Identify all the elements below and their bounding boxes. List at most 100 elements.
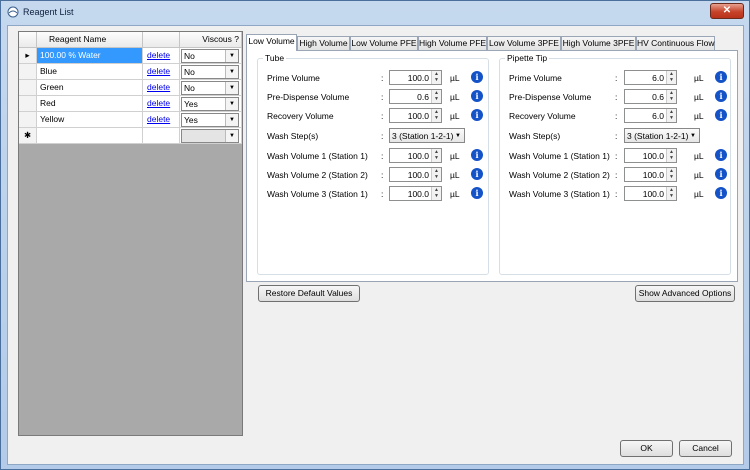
low-volume-tab-panel: Tube Prime Volume : 100.0 ▲ ▼ µL i Pre-Dis… — [246, 50, 738, 302]
spinner-arrows-icon[interactable]: ▲ ▼ — [666, 168, 676, 181]
current-row-indicator[interactable]: ▸ — [19, 48, 37, 64]
spinner-arrows-icon[interactable]: ▲ ▼ — [431, 71, 441, 84]
delete-link[interactable]: delete — [147, 66, 170, 76]
info-icon[interactable]: i — [471, 168, 483, 180]
new-row-icon[interactable]: ✱ — [19, 128, 37, 144]
tab-high-volume-pfe[interactable]: High Volume PFE — [418, 36, 487, 50]
tube-pre-dispense-volume-input[interactable]: 0.6 ▲ ▼ — [389, 89, 442, 104]
tab-hv-continuous-flow[interactable]: HV Continuous Flow — [636, 36, 715, 50]
row-header-cell[interactable] — [19, 80, 37, 96]
viscous-select[interactable]: No ▼ — [181, 49, 239, 63]
column-header-reagent-name[interactable]: Reagent Name — [37, 32, 143, 48]
field-label: Pre-Dispense Volume — [267, 92, 350, 102]
tab-low-volume-pfe[interactable]: Low Volume PFE — [350, 36, 418, 50]
spinner-arrows-icon[interactable]: ▲ ▼ — [431, 90, 441, 103]
title-bar[interactable]: Reagent List ✕ — [1, 1, 749, 25]
show-advanced-options-button[interactable]: Show Advanced Options — [635, 285, 735, 302]
chevron-down-icon[interactable]: ▼ — [225, 98, 238, 110]
info-icon[interactable]: i — [471, 149, 483, 161]
chevron-down-icon[interactable]: ▼ — [690, 130, 696, 142]
column-header-viscous[interactable]: Viscous ? — [180, 32, 242, 48]
tube-recovery-volume-input[interactable]: 100.0 ▲ ▼ — [389, 108, 442, 123]
field-label: Prime Volume — [267, 73, 320, 83]
tube-wash-volume-2-input[interactable]: 100.0 ▲ ▼ — [389, 167, 442, 182]
tube-prime-volume-input[interactable]: 100.0 ▲ ▼ — [389, 70, 442, 85]
pipette-wash-volume-3-input[interactable]: 100.0 ▲ ▼ — [624, 186, 677, 201]
chevron-down-icon[interactable]: ▼ — [225, 82, 238, 94]
info-icon[interactable]: i — [715, 149, 727, 161]
chevron-down-icon[interactable]: ▼ — [225, 66, 238, 78]
reagent-grid[interactable]: Reagent Name Viscous ? ▸ 100.00 % Water … — [18, 31, 243, 436]
tab-low-volume[interactable]: Low Volume — [246, 34, 297, 51]
cancel-button[interactable]: Cancel — [679, 440, 732, 457]
chevron-down-icon[interactable]: ▼ — [225, 114, 238, 126]
pipette-wash-volume-2-input[interactable]: 100.0 ▲ ▼ — [624, 167, 677, 182]
table-row[interactable]: Green delete No ▼ — [19, 80, 242, 96]
restore-default-values-button[interactable]: Restore Default Values — [258, 285, 360, 302]
reagent-name-cell[interactable]: Yellow — [37, 112, 143, 128]
viscous-select[interactable]: No ▼ — [181, 65, 239, 79]
row-header-cell[interactable] — [19, 112, 37, 128]
row-header-corner — [19, 32, 37, 48]
reagent-name-cell[interactable]: Red — [37, 96, 143, 112]
info-icon[interactable]: i — [471, 187, 483, 199]
table-row[interactable]: Blue delete No ▼ — [19, 64, 242, 80]
info-icon[interactable]: i — [715, 71, 727, 83]
spinner-arrows-icon[interactable]: ▲ ▼ — [431, 168, 441, 181]
info-icon[interactable]: i — [715, 187, 727, 199]
tube-wash-volume-3-input[interactable]: 100.0 ▲ ▼ — [389, 186, 442, 201]
tube-wash-steps-select[interactable]: 3 (Station 1-2-1) ▼ — [389, 128, 465, 143]
delete-link[interactable]: delete — [147, 82, 170, 92]
info-icon[interactable]: i — [471, 109, 483, 121]
info-icon[interactable]: i — [715, 90, 727, 102]
spinner-arrows-icon[interactable]: ▲ ▼ — [431, 109, 441, 122]
pipette-wash-volume-1-input[interactable]: 100.0 ▲ ▼ — [624, 148, 677, 163]
delete-link[interactable]: delete — [147, 50, 170, 60]
delete-link[interactable]: delete — [147, 114, 170, 124]
chevron-down-icon[interactable]: ▼ — [225, 130, 238, 142]
spinner-arrows-icon[interactable]: ▲ ▼ — [666, 149, 676, 162]
pipette-prime-volume-input[interactable]: 6.0 ▲ ▼ — [624, 70, 677, 85]
pipette-pre-dispense-volume-input[interactable]: 0.6 ▲ ▼ — [624, 89, 677, 104]
field-label: Prime Volume — [509, 73, 562, 83]
spinner-arrows-icon[interactable]: ▲ ▼ — [431, 149, 441, 162]
reagent-name-cell[interactable]: Green — [37, 80, 143, 96]
info-icon[interactable]: i — [715, 168, 727, 180]
chevron-down-icon[interactable]: ▼ — [225, 50, 238, 62]
reagent-name-cell[interactable]: Blue — [37, 64, 143, 80]
row-header-cell[interactable] — [19, 64, 37, 80]
pipette-wash-steps-select[interactable]: 3 (Station 1-2-1) ▼ — [624, 128, 700, 143]
window-title: Reagent List — [23, 7, 74, 17]
chevron-down-icon[interactable]: ▼ — [455, 130, 461, 142]
row-header-cell[interactable] — [19, 96, 37, 112]
viscous-select[interactable]: Yes ▼ — [181, 113, 239, 127]
viscous-select[interactable]: No ▼ — [181, 81, 239, 95]
tube-wash-volume-1-input[interactable]: 100.0 ▲ ▼ — [389, 148, 442, 163]
spinner-arrows-icon[interactable]: ▲ ▼ — [431, 187, 441, 200]
table-row[interactable]: Red delete Yes ▼ — [19, 96, 242, 112]
delete-link[interactable]: delete — [147, 98, 170, 108]
tube-group-title: Tube — [263, 53, 287, 63]
reagent-name-cell[interactable]: 100.00 % Water — [37, 48, 143, 64]
tab-high-volume-3pfe[interactable]: High Volume 3PFE — [561, 36, 636, 50]
table-row[interactable]: ▸ 100.00 % Water delete No ▼ — [19, 48, 242, 64]
spinner-arrows-icon[interactable]: ▲ ▼ — [666, 187, 676, 200]
tab-low-volume-3pfe[interactable]: Low Volume 3PFE — [487, 36, 561, 50]
column-header-delete[interactable] — [143, 32, 180, 48]
info-icon[interactable]: i — [471, 71, 483, 83]
viscous-select[interactable]: Yes ▼ — [181, 97, 239, 111]
ok-button[interactable]: OK — [620, 440, 673, 457]
info-icon[interactable]: i — [715, 109, 727, 121]
spinner-arrows-icon[interactable]: ▲ ▼ — [666, 109, 676, 122]
spinner-arrows-icon[interactable]: ▲ ▼ — [666, 90, 676, 103]
viscous-select[interactable]: ▼ — [181, 129, 239, 143]
info-icon[interactable]: i — [471, 90, 483, 102]
table-row[interactable]: Yellow delete Yes ▼ — [19, 112, 242, 128]
spinner-arrows-icon[interactable]: ▲ ▼ — [666, 71, 676, 84]
field-label: Wash Volume 2 (Station 2) — [267, 170, 368, 180]
new-row[interactable]: ✱ ▼ — [19, 128, 242, 144]
close-button[interactable]: ✕ — [710, 3, 744, 19]
pipette-recovery-volume-input[interactable]: 6.0 ▲ ▼ — [624, 108, 677, 123]
new-reagent-name-cell[interactable] — [37, 128, 143, 144]
tab-high-volume[interactable]: High Volume — [297, 36, 350, 50]
